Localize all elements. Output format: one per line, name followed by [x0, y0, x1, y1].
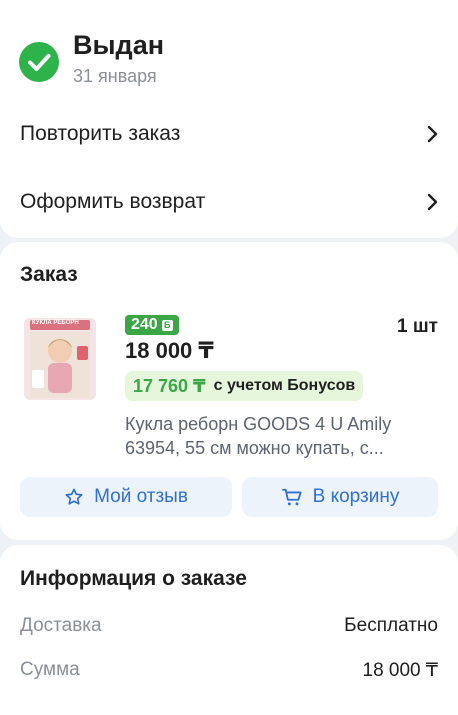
bonus-price-pill: 17 760 ₸ с учетом Бонусов — [125, 371, 364, 401]
chevron-right-icon — [427, 193, 438, 211]
chevron-right-icon — [427, 125, 438, 143]
my-review-button[interactable]: Мой отзыв — [20, 477, 232, 517]
my-review-label: Мой отзыв — [94, 486, 188, 507]
bonus-price-note: с учетом Бонусов — [213, 377, 356, 394]
bonus-b-icon: Б — [161, 319, 173, 331]
return-order-label: Оформить возврат — [20, 190, 206, 213]
thumbnail-caption: КУКЛА РЕБОРН — [32, 320, 79, 326]
order-info-title: Информация о заказе — [20, 567, 247, 590]
bonus-price-value: 17 760 ₸ — [133, 375, 206, 396]
sum-value: 18 000 ₸ — [362, 660, 438, 681]
order-status-card: Выдан 31 января Повторить заказ Оформить… — [0, 0, 458, 238]
item-description[interactable]: Кукла реборн GOODS 4 U Amily 63954, 55 с… — [125, 412, 440, 460]
status-date: 31 января — [73, 66, 157, 86]
delivery-label: Доставка — [20, 615, 102, 636]
add-to-cart-label: В корзину — [312, 486, 400, 507]
add-to-cart-button[interactable]: В корзину — [242, 477, 438, 517]
item-quantity: 1 шт — [397, 316, 438, 337]
check-circle-icon — [19, 42, 59, 82]
sum-label: Сумма — [20, 659, 80, 680]
delivery-row: Доставка Бесплатно — [20, 615, 438, 637]
cart-icon — [281, 488, 302, 506]
product-thumbnail[interactable]: КУКЛА РЕБОРН — [24, 318, 96, 400]
item-price: 18 000 ₸ — [125, 338, 214, 363]
return-order-button[interactable]: Оформить возврат — [20, 182, 440, 222]
delivery-value: Бесплатно — [344, 615, 438, 636]
repeat-order-button[interactable]: Повторить заказ — [20, 114, 440, 154]
star-outline-icon — [65, 488, 83, 505]
order-section-title: Заказ — [20, 263, 78, 286]
bonus-badge: 240 Б — [125, 315, 179, 335]
repeat-order-label: Повторить заказ — [20, 122, 181, 145]
status-title: Выдан — [73, 30, 165, 60]
bonus-badge-value: 240 — [131, 316, 158, 333]
sum-row: Сумма 18 000 ₸ — [20, 659, 438, 682]
